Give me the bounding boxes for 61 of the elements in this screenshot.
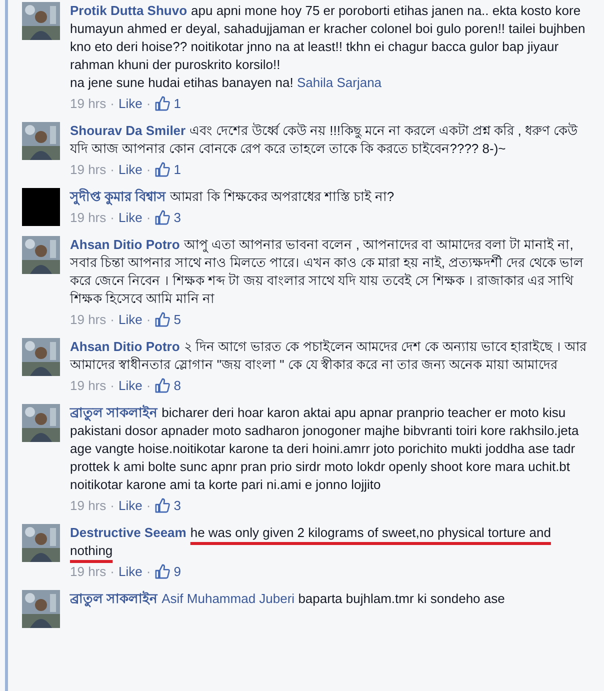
thumbs-up-icon: [154, 210, 170, 225]
thumbs-up-icon: [154, 312, 170, 327]
thumbs-up-icon: [154, 564, 170, 579]
like-link[interactable]: Like: [118, 161, 142, 178]
timestamp: 19 hrs: [70, 563, 106, 580]
like-link[interactable]: Like: [118, 311, 142, 328]
timestamp: 19 hrs: [70, 161, 106, 178]
comment-text: সুদীপ্ত কুমার বিশ্বাস আমরা কি শিক্ষকের অপরাধের শাস্তি চাই না?: [70, 188, 396, 206]
separator-dot: ·: [146, 497, 151, 514]
like-count[interactable]: 1: [174, 95, 181, 112]
author-link[interactable]: Destructive Seeam: [70, 525, 186, 540]
comment-text: ব্রাতুল সাকলাইন Asif Muhammad Juberi baparta bujhlam.tmr ki sondeho ase: [70, 590, 506, 608]
like-count[interactable]: 9: [174, 563, 181, 580]
thumbs-up-icon: [154, 162, 170, 177]
separator-dot: ·: [110, 161, 114, 178]
like-count[interactable]: 5: [174, 311, 181, 328]
timestamp: 19 hrs: [70, 209, 106, 226]
timestamp: 19 hrs: [70, 311, 106, 328]
author-link[interactable]: Protik Dutta Shuvo: [70, 3, 188, 18]
thumbs-up-icon: [154, 498, 170, 513]
separator-dot: ·: [146, 377, 151, 394]
separator-dot: ·: [146, 161, 151, 178]
separator-dot: ·: [110, 563, 114, 580]
thumbs-up-icon: [154, 96, 170, 111]
like-link[interactable]: Like: [118, 377, 142, 394]
timestamp: 19 hrs: [70, 95, 106, 112]
comment-text: Shourav Da Smiler এবং দেশের উর্ধ্বে কেউ নয় !!!কিছু মনে না করলে একটা প্রশ্ন করি , ধরুণ কেউ যদি আজ আপনার কোন বোনকে রেপ করে তাহলে তাকে কি করতে চাইবেন???? 8-)~: [70, 122, 579, 158]
separator-dot: ·: [146, 95, 151, 112]
comment-text: Ahsan Ditio Potro আপু এতা আপনার ভাবনা বলেন , আপনাদের বা আমাদের বলা টা মানাই না, সবার চিন্তা আপনার সাথে নাও মিলতে পারে। এখন কাও কে মারা হয় নাই, প্রত্যক্ষদর্শী দের থেকে ভাল করে জেনে নিবেন । শিক্ষক শব্দ টা জয় বাংলার সাথে যদি যায় তবেই সে শিক্ষক । রাজাকার এর সাথি শিক্ষক হিসেবে আমি মানি না: [70, 236, 584, 308]
like-count[interactable]: 8: [174, 377, 181, 394]
comment-text: Destructive Seeam he was only given 2 kilograms of sweet,no physical torture and nothing: [70, 524, 552, 560]
like-count[interactable]: 1: [174, 161, 181, 178]
separator-dot: ·: [110, 95, 114, 112]
thumbs-up-icon: [154, 378, 170, 393]
separator-dot: ·: [110, 377, 114, 394]
timestamp: 19 hrs: [70, 377, 106, 394]
mention-link[interactable]: Sahila Sarjana: [296, 75, 382, 90]
like-link[interactable]: Like: [118, 209, 142, 226]
mention-link[interactable]: Asif Muhammad Juberi: [162, 591, 295, 606]
comment-text: Ahsan Ditio Potro ২ দিন আগে ভারত কে পচাইলেন আমদের দেশ কে অন্যায় ভাবে হারাইছে । আর আমাদের স্বাধীনতার স্লোগান "জয় বাংলা " কে যে স্বীকার করে না তার জন্য অনেক মায়া আমাদের: [70, 338, 588, 374]
separator-dot: ·: [110, 209, 114, 226]
like-link[interactable]: Like: [118, 497, 142, 514]
timestamp: 19 hrs: [70, 497, 106, 514]
like-link[interactable]: Like: [118, 95, 142, 112]
author-link[interactable]: Shourav Da Smiler: [70, 123, 186, 138]
avatar: [22, 188, 60, 226]
author-link[interactable]: ব্রাতুল সাকলাইন: [70, 405, 158, 420]
separator-dot: ·: [146, 311, 151, 328]
comment-text: ব্রাতুল সাকলাইন bicharer deri hoar karon aktai apu apnar pranprio teacher er moto kisu pakistani dosor apnader moto sadharon jonogoner majhe bibvranti toiri kore rakhsilo.jeta age vangte hoise.noitikotar karone ta deri hoini.amrr joto porichito mukti joddha ase tadr prottek k ami bolte sunc apnr pran prio sirdr moto lokdr openly shoot kore mara uchit.bt noitikotar karone ami ta korte pari ni.ami e jonno lojjito: [70, 404, 580, 494]
author-link[interactable]: ব্রাতুল সাকলাইন: [70, 591, 158, 606]
author-link[interactable]: Ahsan Ditio Potro: [70, 237, 180, 252]
comment-text: Protik Dutta Shuvo apu apni mone hoy 75 er poroborti etihas janen na.. ekta kosto kore humayun ahmed er deyal, sahadujjaman er kracher colonel boi gulo poren!! tailei bujhben kno eto deri hoise?? noitikotar jnno na at least!! tkhn ei chagur bacca gulor bap jiyaur rahman khuni der puroskrito korsilo!! na jene sune hudai etihas banayen na! Sahila Sarjana: [70, 2, 586, 92]
separator-dot: ·: [110, 497, 114, 514]
author-link[interactable]: সুদীপ্ত কুমার বিশ্বাস: [70, 189, 166, 204]
separator-dot: ·: [110, 311, 114, 328]
like-link[interactable]: Like: [118, 563, 142, 580]
separator-dot: ·: [146, 563, 151, 580]
like-count[interactable]: 3: [174, 497, 181, 514]
separator-dot: ·: [146, 209, 151, 226]
author-link[interactable]: Ahsan Ditio Potro: [70, 339, 180, 354]
like-count[interactable]: 3: [174, 209, 181, 226]
